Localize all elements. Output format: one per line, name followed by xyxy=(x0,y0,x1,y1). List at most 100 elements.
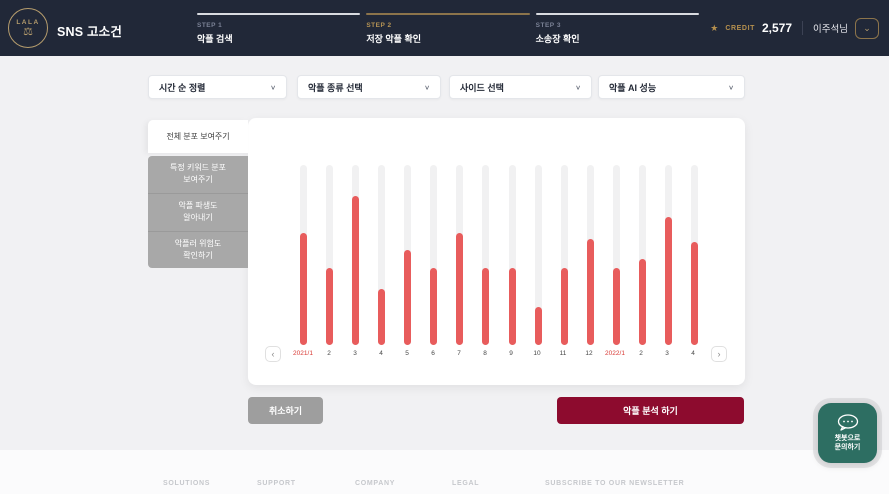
bar-track-12 xyxy=(587,165,594,345)
filter-dropdown-label: 시간 순 정렬 xyxy=(159,81,205,94)
bar-track-6 xyxy=(430,165,437,345)
filter-dropdown-2[interactable]: 악플 종류 선택∨ xyxy=(297,75,441,99)
bar-8[interactable] xyxy=(482,268,489,345)
step-1-progress-bar xyxy=(197,13,360,15)
bar-3[interactable] xyxy=(352,196,359,345)
star-icon: ★ xyxy=(710,23,718,34)
bar-track-4 xyxy=(691,165,698,345)
analyze-comments-button[interactable]: 악플 분석 하기 xyxy=(557,397,744,424)
chevron-down-icon: ∨ xyxy=(575,83,581,90)
app-header: LALA ⚖ SNS 고소건 STEP 1 악플 검색 STEP 2 저장 악플 확인… xyxy=(0,0,889,56)
footer-link-company[interactable]: COMPANY xyxy=(355,480,395,487)
tab-inactive-3[interactable]: 악플러 위험도확인하기 xyxy=(148,231,248,269)
footer-link-solutions[interactable]: SOLUTIONS xyxy=(163,480,210,487)
tab-inactive-1[interactable]: 특정 키워드 분포보여주기 xyxy=(148,156,248,193)
header-divider xyxy=(802,21,803,35)
bar-track-9 xyxy=(509,165,516,345)
footer-link-subscribe-to-our-newsletter[interactable]: SUBSCRIBE TO OUR NEWSLETTER xyxy=(545,480,684,487)
x-tick-3: 3 xyxy=(342,350,368,357)
bar-6[interactable] xyxy=(430,268,437,345)
bar-4[interactable] xyxy=(691,242,698,345)
filter-dropdown-1[interactable]: 시간 순 정렬 ∨ xyxy=(148,75,287,99)
tab-label: 전체 분포 보여주기 xyxy=(166,131,229,142)
brand-logo-text: LALA xyxy=(16,19,39,26)
page-footer: SOLUTIONS SUPPORT COMPANY LEGAL SUBSCRIBE TO… xyxy=(0,450,889,494)
bar-track-2 xyxy=(326,165,333,345)
scales-of-justice-icon: ⚖ xyxy=(23,27,33,38)
bar-4[interactable] xyxy=(378,289,385,345)
chart-next-button[interactable]: › xyxy=(711,346,727,362)
header-right-cluster: ★ CREDIT 2,577 이주석님 ⌄ xyxy=(710,0,879,56)
filter-dropdown-3[interactable]: 사이드 선택 ∨ xyxy=(449,75,592,99)
user-menu-button[interactable]: ⌄ xyxy=(855,18,879,39)
step-title: 저장 악플 확인 xyxy=(366,32,529,45)
bar-5[interactable] xyxy=(404,250,411,345)
bar-track-3 xyxy=(665,165,672,345)
x-tick-2022/1: 2022/1 xyxy=(602,350,628,357)
bar-track-2021/1 xyxy=(300,165,307,345)
bar-3[interactable] xyxy=(665,217,672,345)
step-progress: STEP 1 악플 검색 STEP 2 저장 악플 확인 STEP 3 소송장 확인 xyxy=(197,13,705,45)
filter-dropdown-4[interactable]: 악플 AI 성능 ∨ xyxy=(598,75,745,99)
x-tick-7: 7 xyxy=(446,350,472,357)
x-tick-9: 9 xyxy=(498,350,524,357)
bar-12[interactable] xyxy=(587,239,594,345)
chatbot-button[interactable]: 챗봇으로문의하기 xyxy=(818,403,877,463)
footer-link-support[interactable]: SUPPORT xyxy=(257,480,296,487)
bar-7[interactable] xyxy=(456,233,463,345)
chatbot-label: 챗봇으로문의하기 xyxy=(835,434,861,453)
bar-10[interactable] xyxy=(535,307,542,345)
tab-label-line1: 악플 파생도 xyxy=(178,201,217,210)
chevron-down-icon: ∨ xyxy=(270,83,276,90)
step-number: STEP 1 xyxy=(197,22,360,29)
bar-track-10 xyxy=(535,165,542,345)
step-1: STEP 1 악플 검색 xyxy=(197,13,366,45)
x-tick-6: 6 xyxy=(420,350,446,357)
bar-2[interactable] xyxy=(639,259,646,345)
bar-2[interactable] xyxy=(326,268,333,345)
bar-11[interactable] xyxy=(561,268,568,345)
x-tick-5: 5 xyxy=(394,350,420,357)
x-tick-2: 2 xyxy=(316,350,342,357)
bar-track-3 xyxy=(352,165,359,345)
bar-track-7 xyxy=(456,165,463,345)
x-tick-12: 12 xyxy=(576,350,602,357)
bar-2021/1[interactable] xyxy=(300,233,307,345)
tab-label-line1: 특정 키워드 분포 xyxy=(170,163,226,172)
filter-dropdown-label: 사이드 선택 xyxy=(460,81,504,94)
inactive-tab-group: 특정 키워드 분포보여주기악플 파생도알아내기악플러 위험도확인하기 xyxy=(148,156,248,268)
tab-show-total-distribution[interactable]: 전체 분포 보여주기 xyxy=(148,120,248,153)
step-3: STEP 3 소송장 확인 xyxy=(536,13,705,45)
chat-bubble-icon xyxy=(837,414,859,431)
bar-track-2 xyxy=(639,165,646,345)
page-title: SNS 고소건 xyxy=(57,21,122,40)
x-tick-2021/1: 2021/1 xyxy=(290,350,316,357)
chevron-down-icon: ∨ xyxy=(728,83,734,90)
step-3-progress-bar xyxy=(536,13,699,15)
distribution-chart-panel: 2021/1234567891011122022/1234 ‹ › xyxy=(248,118,745,385)
bar-2022/1[interactable] xyxy=(613,268,620,345)
step-title: 소송장 확인 xyxy=(536,32,699,45)
step-2-progress-bar xyxy=(366,13,529,15)
bar-9[interactable] xyxy=(509,268,516,345)
x-tick-4: 4 xyxy=(680,350,706,357)
x-tick-10: 10 xyxy=(524,350,550,357)
cancel-button[interactable]: 취소하기 xyxy=(248,397,323,424)
bar-track-8 xyxy=(482,165,489,345)
tab-inactive-2[interactable]: 악플 파생도알아내기 xyxy=(148,193,248,231)
step-title: 악플 검색 xyxy=(197,32,360,45)
tab-label-line2: 알아내기 xyxy=(183,213,212,222)
step-number: STEP 3 xyxy=(536,22,699,29)
brand-logo[interactable]: LALA ⚖ xyxy=(8,8,48,48)
filter-dropdown-label: 악플 AI 성능 xyxy=(609,81,656,94)
x-tick-4: 4 xyxy=(368,350,394,357)
chart-prev-button[interactable]: ‹ xyxy=(265,346,281,362)
bar-track-2022/1 xyxy=(613,165,620,345)
x-tick-11: 11 xyxy=(550,350,576,357)
credit-value: 2,577 xyxy=(762,21,792,35)
footer-link-legal[interactable]: LEGAL xyxy=(452,480,479,487)
step-number: STEP 2 xyxy=(366,22,529,29)
chevron-down-icon: ∨ xyxy=(424,83,430,90)
x-tick-3: 3 xyxy=(654,350,680,357)
user-name: 이주석님 xyxy=(813,21,848,35)
